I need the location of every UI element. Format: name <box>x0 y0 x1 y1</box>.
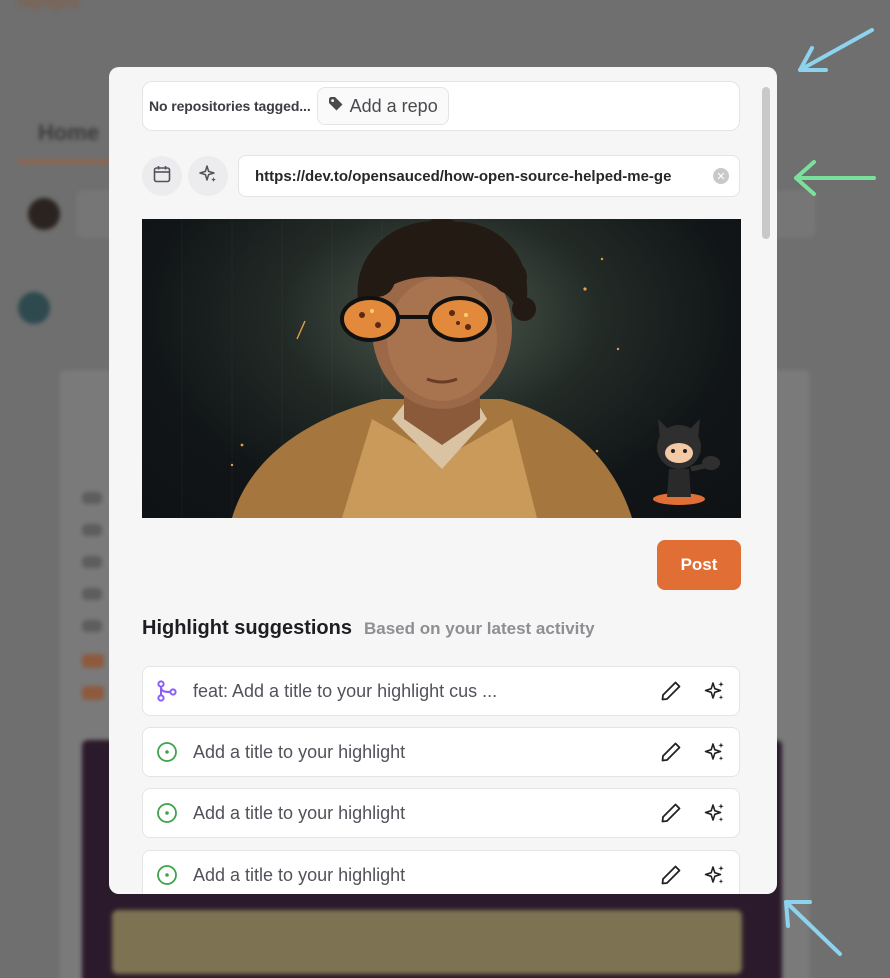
highlight-suggestion-label: feat: Add a title to your highlight cus … <box>193 680 498 701</box>
background-text-line <box>82 588 102 600</box>
edit-pencil-icon[interactable] <box>659 679 683 703</box>
issue-open-icon <box>155 863 179 887</box>
calendar-button[interactable] <box>142 156 182 196</box>
annotation-arrow-icon <box>784 900 842 956</box>
add-repo-label: Add a repo <box>349 95 438 116</box>
modal-scrollbar[interactable] <box>762 87 770 239</box>
background-link-line <box>82 686 104 700</box>
highlight-suggestion-item[interactable]: feat: Add a title to your highlight cus … <box>142 666 740 716</box>
issue-open-icon <box>155 801 179 825</box>
edit-pencil-icon[interactable] <box>659 801 683 825</box>
background-text-line <box>82 492 102 504</box>
highlight-suggestion-item[interactable]: Add a title to your highlight <box>142 727 740 777</box>
clear-icon[interactable]: ✕ <box>713 168 729 184</box>
background-callout <box>112 910 742 974</box>
edit-pencil-icon[interactable] <box>659 740 683 764</box>
background-text-line <box>82 620 102 632</box>
background-avatar <box>18 292 50 324</box>
highlight-suggestion-label: Add a title to your highlight <box>193 802 406 823</box>
ai-generate-button[interactable] <box>188 156 228 196</box>
tag-icon <box>328 96 344 117</box>
highlight-suggestion-item[interactable]: Add a title to your highlight <box>142 850 740 894</box>
background-top-label: Highlights <box>18 0 80 10</box>
highlight-composer-modal: No repositories tagged... Add a repo htt… <box>109 67 777 894</box>
sparkle-icon[interactable] <box>703 679 727 703</box>
background-text-line <box>82 524 102 536</box>
url-row: https://dev.to/opensauced/how-open-sourc… <box>142 155 740 197</box>
sparkle-icon[interactable] <box>703 801 727 825</box>
add-repo-button[interactable]: Add a repo <box>316 87 449 125</box>
highlight-suggestion-label: Add a title to your highlight <box>193 741 406 762</box>
repo-empty-text: No repositories tagged... <box>149 98 311 114</box>
highlight-suggestion-item[interactable]: Add a title to your highlight <box>142 788 740 838</box>
edit-pencil-icon[interactable] <box>659 863 683 887</box>
background-avatar <box>28 198 60 230</box>
link-preview-image <box>142 219 741 518</box>
sparkle-icon[interactable] <box>703 740 727 764</box>
sparkle-icon[interactable] <box>703 863 727 887</box>
url-input[interactable]: https://dev.to/opensauced/how-open-sourc… <box>238 155 740 197</box>
annotation-arrow-icon <box>794 160 876 196</box>
background-text-line <box>82 556 102 568</box>
annotation-arrow-icon <box>798 28 874 72</box>
post-button[interactable]: Post <box>657 540 741 590</box>
url-input-value: https://dev.to/opensauced/how-open-sourc… <box>255 167 672 185</box>
highlight-suggestion-label: Add a title to your highlight <box>193 864 406 885</box>
calendar-icon <box>152 164 172 189</box>
highlight-suggestions-title: Highlight suggestions <box>142 617 352 639</box>
background-link-line <box>82 654 104 668</box>
highlight-suggestions-subtitle: Based on your latest activity <box>364 619 595 638</box>
issue-open-icon <box>155 740 179 764</box>
sparkle-icon <box>198 164 218 189</box>
background-tab: Home <box>38 120 100 145</box>
git-merge-icon <box>155 679 179 703</box>
highlight-suggestions-header: Highlight suggestions Based on your late… <box>142 617 595 640</box>
repo-tag-bar: No repositories tagged... Add a repo <box>142 81 740 131</box>
